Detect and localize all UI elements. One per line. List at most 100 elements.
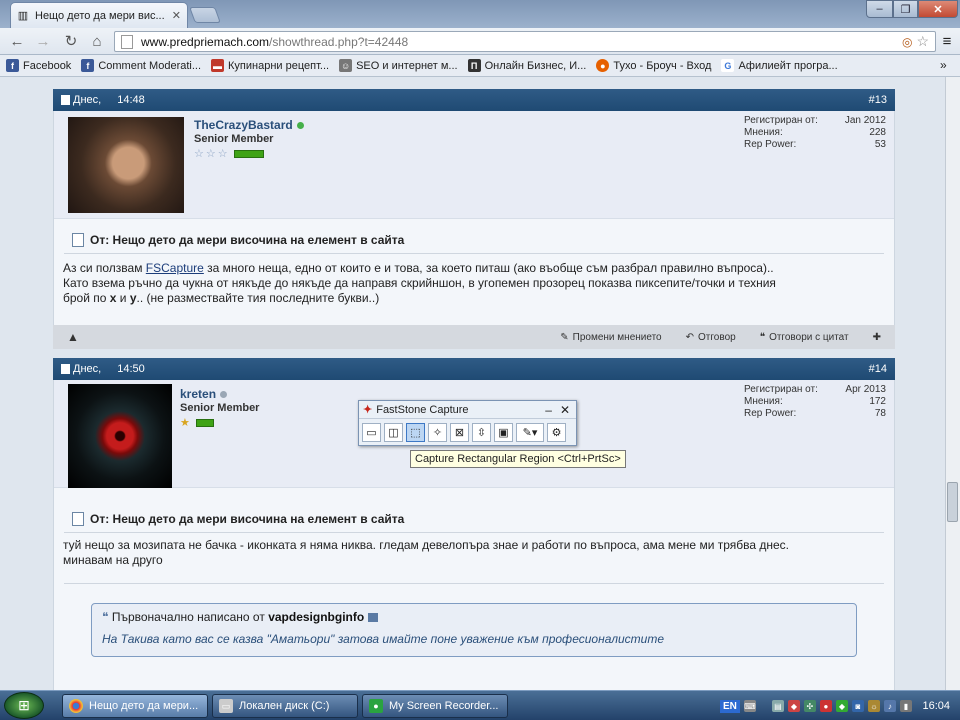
forward-arrow-icon[interactable]: → (32, 31, 54, 51)
screen-recorder-icon[interactable]: ▣ (494, 423, 513, 442)
user-rank: ☆ ☆ ☆ (194, 147, 264, 160)
capture-freehand-region-icon[interactable]: ✧ (428, 423, 447, 442)
scrollbar-thumb[interactable] (947, 482, 958, 522)
tray-app-icon[interactable]: ☼ (867, 700, 880, 712)
avatar[interactable] (68, 384, 172, 488)
rank-star-icon: ☆ (205, 148, 216, 160)
bookmark-recipes[interactable]: ▬ Купинарни рецепт... (211, 59, 329, 72)
tray-app-icon[interactable]: ◆ (835, 700, 848, 712)
system-tray: EN ⌨ ▤ ◆ ✣ ● ◆ ◙ ☼ ♪ ▮ 16:04 (720, 692, 960, 720)
faststone-close-button[interactable]: ✕ (560, 403, 570, 417)
tab-close-icon[interactable]: ✕ (172, 9, 181, 22)
post-number-link[interactable]: #14 (869, 363, 887, 375)
report-warning-icon[interactable]: ▲ (67, 330, 79, 344)
post-text: туй нещо за мозипата не бачка - иконката… (63, 538, 790, 567)
capture-scrolling-window-icon[interactable]: ⇳ (472, 423, 491, 442)
tooltip: Capture Rectangular Region <Ctrl+PrtSc> (410, 450, 626, 468)
user-rank: ★ (180, 416, 214, 429)
new-tab-button[interactable] (189, 7, 221, 23)
rank-star-icon: ☆ (194, 148, 204, 160)
page-scrollbar[interactable] (945, 77, 960, 690)
post-time: 14:50 (117, 363, 145, 375)
window-maximize-button[interactable]: ❐ (893, 0, 918, 18)
post-text: Аз си ползвам FSCapture за много неща, е… (63, 261, 776, 305)
recording-icon[interactable]: ● (819, 700, 832, 712)
divider (64, 583, 884, 584)
quote-header: ❝ Първоначално написано от vapdesignbgin… (102, 610, 378, 624)
tray-app-icon[interactable]: ✣ (803, 700, 816, 712)
chrome-menu-icon[interactable]: ≡ (938, 31, 956, 51)
reply-arrow-icon: ↶ (685, 331, 695, 343)
facebook-icon: f (81, 59, 95, 72)
rank-star-icon: ☆ (217, 148, 228, 160)
output-menu-icon[interactable]: ✎▾ (516, 423, 544, 442)
bookmark-comment-moderation[interactable]: f Comment Moderati... (81, 59, 201, 72)
post-header: Днес, 14:50 #14 (53, 358, 895, 380)
extension-icon[interactable]: ◎ (902, 35, 912, 49)
post-header: Днес, 14:48 #13 (53, 89, 895, 111)
faststone-logo-icon: ✦ (363, 404, 373, 416)
clock[interactable]: 16:04 (922, 700, 950, 712)
username-link[interactable]: TheCrazyBastard (194, 118, 304, 132)
browser-tab[interactable]: ▥ Нещо дето да мери вис... ✕ (10, 2, 188, 28)
back-arrow-icon[interactable]: ← (6, 31, 28, 51)
antivirus-icon[interactable]: ◆ (787, 700, 800, 712)
bookmark-facebook[interactable]: f Facebook (6, 59, 71, 72)
taskbar-item-local-disk[interactable]: ▭ Локален диск (C:) (212, 694, 358, 718)
business-icon: Π (467, 59, 481, 72)
bookmark-star-icon[interactable]: ☆ (916, 33, 929, 50)
capture-rectangular-region-icon[interactable]: ⬚ (406, 423, 425, 442)
forum-favicon-icon: ▥ (17, 9, 29, 22)
seo-icon: ☺ (339, 59, 353, 72)
windows-logo-icon: ⊞ (18, 697, 30, 713)
volume-icon[interactable]: ♪ (883, 700, 896, 712)
window-close-button[interactable]: ✕ (918, 0, 958, 18)
home-icon[interactable]: ⌂ (86, 31, 108, 51)
faststone-title-bar[interactable]: ✦ FastStone Capture – ✕ (359, 401, 576, 419)
reply-with-quote-button[interactable]: ❝ Отговори с цитат (760, 332, 849, 343)
user-stats: Регистриран от: Jan 2012 Мнения: 228 Rep P… (744, 115, 886, 150)
reply-button[interactable]: ↶ Отговор (686, 332, 736, 343)
edit-post-button[interactable]: ✎ Промени мнението (560, 332, 661, 343)
post-title: От: Нещо дето да мери височина на елемен… (72, 233, 404, 247)
quote-author: vapdesignbginfo (268, 610, 365, 624)
fscapture-link[interactable]: FSCapture (146, 261, 204, 275)
bookmarks-bar: f Facebook f Comment Moderati... ▬ Купинарн… (0, 55, 960, 77)
power-icon[interactable]: ▮ (899, 700, 912, 712)
firefox-icon: ● (596, 59, 610, 72)
avatar[interactable] (68, 117, 184, 213)
network-icon[interactable]: ▤ (771, 700, 784, 712)
bookmark-login[interactable]: ● Тухо - Броуч - Вход (596, 59, 711, 72)
capture-active-window-icon[interactable]: ▭ (362, 423, 381, 442)
post-icon (61, 95, 70, 105)
capture-window-object-icon[interactable]: ◫ (384, 423, 403, 442)
address-bar[interactable]: www.predpriemach.com/showthread.php?t=42… (114, 31, 936, 52)
taskbar-item-screen-recorder[interactable]: ● My Screen Recorder... (362, 694, 508, 718)
taskbar-item-chrome[interactable]: Нещо дето да мери... (62, 694, 208, 718)
reload-icon[interactable]: ↻ (60, 31, 82, 51)
multi-quote-button[interactable]: ✚ (873, 332, 881, 343)
post-title-icon (72, 512, 84, 526)
url-host: www.predpriemach.com (141, 34, 270, 49)
bookmark-affiliate[interactable]: G Афилиейт програ... (721, 59, 838, 72)
username-link[interactable]: kreten (180, 387, 228, 401)
recipe-icon: ▬ (211, 59, 225, 72)
window-minimize-button[interactable]: – (866, 0, 893, 18)
language-indicator[interactable]: EN (720, 699, 740, 713)
view-post-icon[interactable] (367, 613, 378, 623)
offline-status-icon (220, 391, 228, 398)
bookmarks-more-icon[interactable]: » (940, 58, 947, 72)
capture-full-screen-icon[interactable]: ⊠ (450, 423, 469, 442)
faststone-minimize-button[interactable]: – (545, 403, 552, 417)
bookmark-online-business[interactable]: Π Онлайн Бизнес, И... (467, 59, 586, 72)
bookmark-seo[interactable]: ☺ SEO и интернет м... (339, 59, 458, 72)
post-13: Днес, 14:48 #13 TheCrazyBastard Senior M… (53, 89, 895, 349)
post-date: Днес, (73, 94, 102, 106)
settings-icon[interactable]: ⚙ (547, 423, 566, 442)
recorder-icon: ● (369, 699, 383, 713)
tray-app-icon[interactable]: ◙ (851, 700, 864, 712)
tab-title: Нещо дето да мери вис... (35, 9, 165, 22)
post-number-link[interactable]: #13 (869, 94, 887, 106)
keyboard-icon[interactable]: ⌨ (743, 700, 756, 712)
start-button[interactable]: ⊞ (4, 692, 44, 719)
